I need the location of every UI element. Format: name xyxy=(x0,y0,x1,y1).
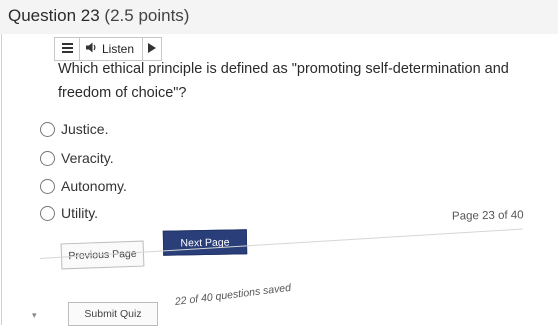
question-text: Which ethical principle is defined as "p… xyxy=(58,61,509,101)
question-points: (2.5 points) xyxy=(104,6,190,25)
option-justice[interactable]: Justice. xyxy=(40,119,108,139)
question-number: Question 23 xyxy=(8,6,100,25)
submit-quiz-button[interactable]: Submit Quiz xyxy=(68,302,158,326)
option-label: Autonomy. xyxy=(61,178,127,194)
left-border xyxy=(1,34,2,325)
option-label: Justice. xyxy=(61,121,109,137)
saved-status: 22 of 40 questions saved xyxy=(174,281,292,308)
next-page-button[interactable]: Next Page xyxy=(162,229,248,256)
play-icon xyxy=(148,40,156,58)
option-veracity[interactable]: Veracity. xyxy=(40,148,114,168)
radio-button[interactable] xyxy=(40,150,55,166)
radio-button[interactable] xyxy=(40,178,55,194)
speaker-icon xyxy=(86,42,98,56)
radio-button[interactable] xyxy=(40,121,55,137)
option-label: Utility. xyxy=(61,205,99,221)
question-title: Question 23 (2.5 points) xyxy=(8,6,189,26)
caret-icon: ▾ xyxy=(32,310,37,320)
option-label: Veracity. xyxy=(61,150,114,166)
option-autonomy[interactable]: Autonomy. xyxy=(40,176,127,196)
option-utility[interactable]: Utility. xyxy=(40,203,98,223)
page-indicator: Page 23 of 40 xyxy=(451,209,524,223)
listen-label: Listen xyxy=(102,42,135,56)
radio-button[interactable] xyxy=(40,205,55,221)
question-header: Question 23 (2.5 points) xyxy=(0,0,558,34)
menu-icon xyxy=(61,40,73,58)
